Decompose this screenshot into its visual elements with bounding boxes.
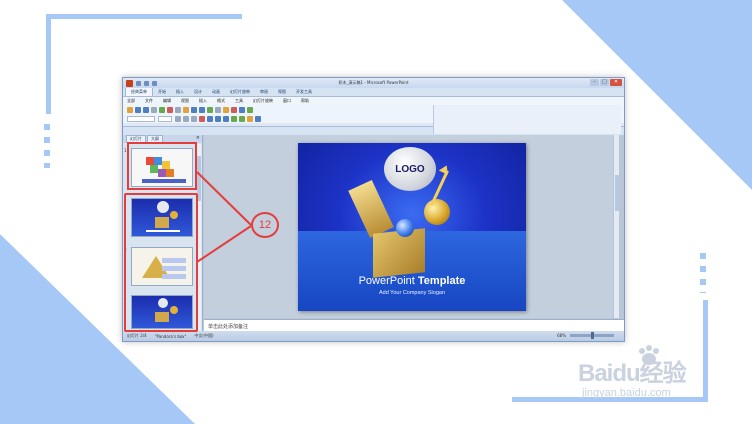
minimize-button[interactable]: –: [590, 79, 599, 86]
new-icon[interactable]: [127, 106, 133, 113]
window-title: 积木_演示稿1 - Microsoft PowerPoint: [338, 80, 409, 85]
paw-icon: [639, 345, 659, 365]
menu-help[interactable]: 帮助: [301, 98, 309, 104]
gift-box-graphic: [373, 228, 425, 278]
menu-insert[interactable]: 插入: [199, 98, 207, 104]
thumbnails-highlight-box: [124, 193, 198, 332]
menu-edit[interactable]: 编辑: [163, 98, 171, 104]
shape-icon[interactable]: [231, 106, 237, 113]
tab-classic-menu[interactable]: 经典菜单: [125, 87, 153, 96]
bold-icon[interactable]: [175, 115, 181, 122]
close-icon[interactable]: ×: [196, 135, 200, 141]
menu-tools[interactable]: 工具: [235, 98, 243, 104]
tab-review[interactable]: 审阅: [255, 88, 273, 96]
picture-icon[interactable]: [223, 106, 229, 113]
annotation-label: 12: [251, 212, 279, 238]
font-size-select[interactable]: [158, 115, 172, 122]
tab-home[interactable]: 开始: [153, 88, 171, 96]
slide-logo: LOGO: [384, 147, 436, 191]
underline-icon[interactable]: [191, 115, 197, 122]
slide-title: PowerPoint Template: [298, 275, 526, 287]
align-center-icon[interactable]: [215, 115, 221, 122]
undo-icon[interactable]: [191, 106, 197, 113]
print-icon[interactable]: [151, 106, 157, 113]
status-language: 中文(中国): [194, 333, 214, 338]
table-icon[interactable]: [215, 106, 221, 113]
chart-icon[interactable]: [207, 106, 213, 113]
tab-developer[interactable]: 开发工具: [291, 88, 317, 96]
align-left-icon[interactable]: [207, 115, 213, 122]
tab-slideshow[interactable]: 幻灯片放映: [225, 88, 255, 96]
zoom-slider-thumb[interactable]: [591, 332, 594, 339]
slide-vertical-scrollbar[interactable]: [613, 135, 619, 318]
menu-all[interactable]: 全部: [127, 98, 135, 104]
tab-view[interactable]: 视图: [273, 88, 291, 96]
spell-check-icon[interactable]: [159, 106, 165, 113]
box-lid-graphic: [348, 179, 394, 239]
zoom-icon[interactable]: [239, 106, 245, 113]
numbering-icon[interactable]: [239, 115, 245, 122]
status-slide-count: 幻灯片 2/4: [127, 333, 147, 338]
bullets-icon[interactable]: [231, 115, 237, 122]
menu-slideshow[interactable]: 幻灯片放映: [253, 98, 273, 104]
slide-subtitle: Add Your Company Slogan: [378, 290, 446, 296]
classic-menu-row: 全部 文件 编辑 视图 插入 格式 工具 幻灯片放映 窗口 帮助: [123, 97, 624, 105]
decor-frame-left: [46, 14, 51, 114]
status-bar: 幻灯片 2/4 "Pandora's box" 中文(中国) 68%: [123, 331, 624, 341]
maximize-button[interactable]: □: [600, 79, 609, 86]
italic-icon[interactable]: [183, 115, 189, 122]
design-icon[interactable]: [247, 115, 253, 122]
zoom-level[interactable]: 68%: [557, 333, 566, 338]
tab-animations[interactable]: 动画: [207, 88, 225, 96]
menu-format[interactable]: 格式: [217, 98, 225, 104]
screenshot-canvas: 积木_演示稿1 - Microsoft PowerPoint – □ ✕ 经典菜…: [0, 0, 752, 424]
copy-icon[interactable]: [175, 106, 181, 113]
menu-view[interactable]: 视图: [181, 98, 189, 104]
menu-window[interactable]: 窗口: [283, 98, 291, 104]
arrow-head-graphic: [438, 163, 452, 175]
ribbon-tab-bar: 经典菜单 开始 插入 设计 动画 幻灯片放映 审阅 视图 开发工具: [123, 87, 624, 97]
new-slide-icon[interactable]: [255, 115, 261, 122]
decor-frame-top: [46, 14, 242, 19]
menu-file[interactable]: 文件: [145, 98, 153, 104]
baidu-watermark: Baidu经验 jingyan.baidu.com: [578, 345, 728, 405]
current-slide[interactable]: LOGO PowerPoint Template Add Your Compan…: [298, 143, 526, 311]
first-thumbnail-highlight-box: [127, 142, 197, 190]
slide-title-bold: Template: [417, 275, 466, 287]
redo-icon[interactable]: [199, 106, 205, 113]
tab-design[interactable]: 设计: [189, 88, 207, 96]
gold-sphere-graphic: [424, 199, 450, 225]
font-name-select[interactable]: [127, 115, 155, 122]
title-bar: 积木_演示稿1 - Microsoft PowerPoint – □ ✕: [123, 78, 624, 88]
decor-dashes-right: [700, 253, 706, 293]
save-icon[interactable]: [143, 106, 149, 113]
align-right-icon[interactable]: [223, 115, 229, 122]
cut-icon[interactable]: [167, 106, 173, 113]
ribbon-empty-area: [433, 105, 621, 134]
slide-title-light: PowerPoint: [358, 275, 418, 287]
help-icon[interactable]: [247, 106, 253, 113]
watermark-sub: jingyan.baidu.com: [582, 387, 671, 399]
window-controls: – □ ✕: [589, 79, 622, 86]
watermark-main: Baidu经验: [578, 360, 687, 387]
decor-dashes-left: [44, 124, 50, 168]
blue-sphere-graphic: [396, 219, 414, 237]
close-button[interactable]: ✕: [610, 79, 622, 86]
paste-icon[interactable]: [183, 106, 189, 113]
font-color-icon[interactable]: [199, 115, 205, 122]
scrollbar-thumb[interactable]: [615, 175, 619, 211]
tab-insert[interactable]: 插入: [171, 88, 189, 96]
status-theme: "Pandora's box": [154, 333, 187, 339]
open-icon[interactable]: [135, 106, 141, 113]
